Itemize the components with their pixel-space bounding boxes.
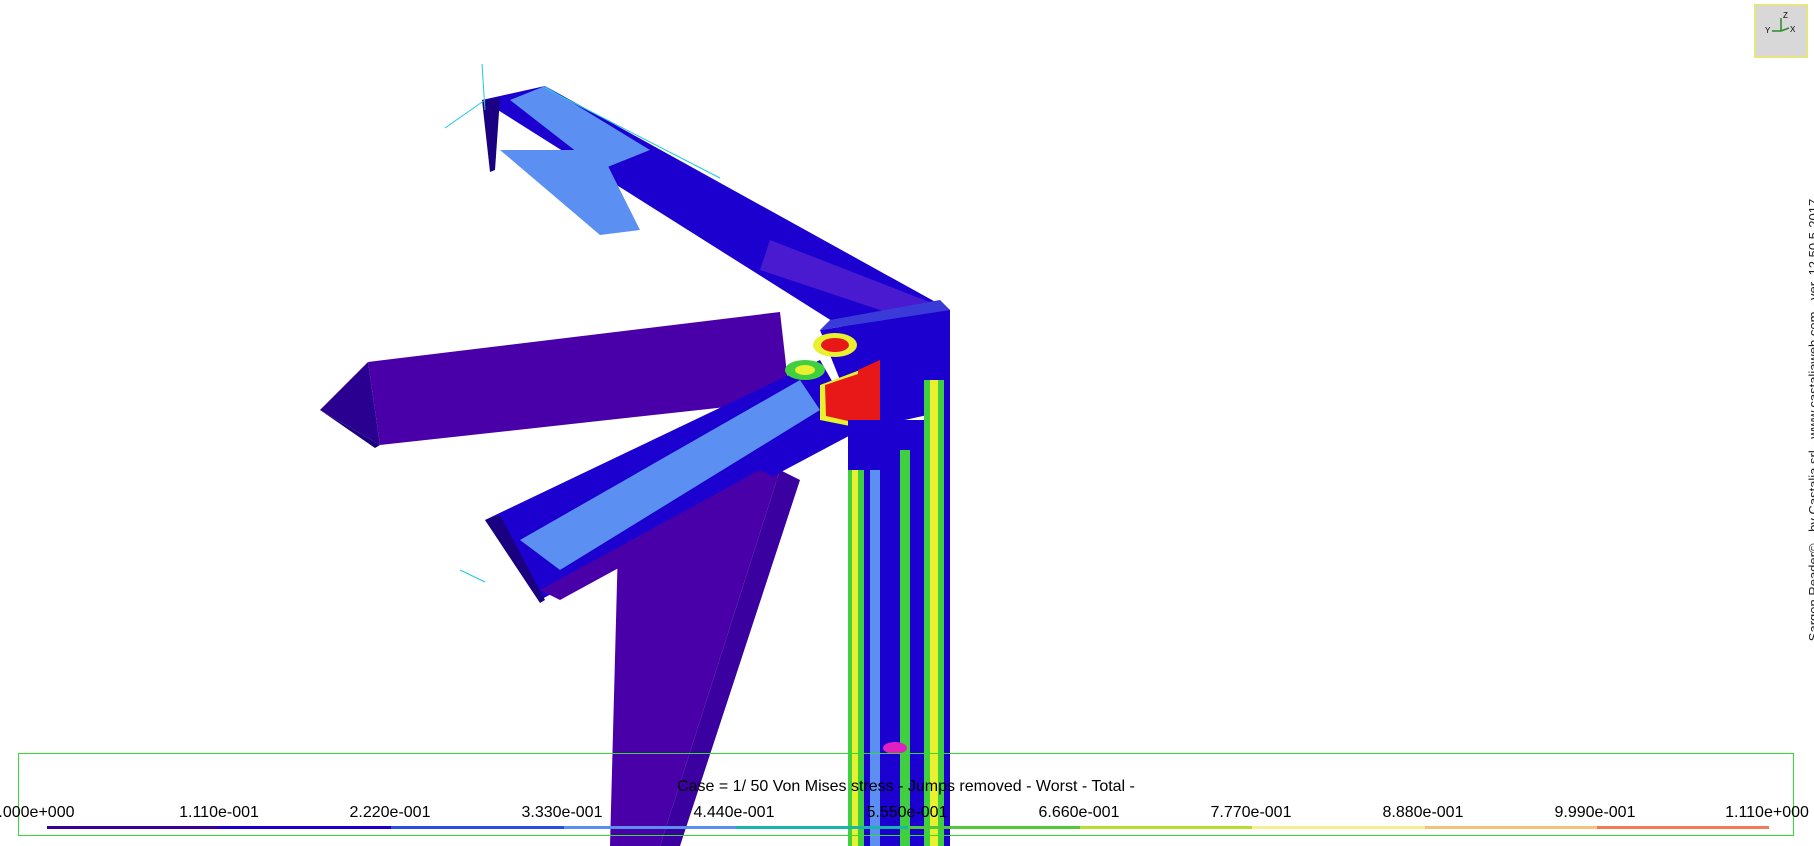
legend-color-bar	[47, 826, 1770, 829]
axis-y-label: Y	[1765, 26, 1771, 35]
axis-x-label: X	[1790, 25, 1796, 34]
legend-title: Case = 1/ 50 Von Mises stress - Jumps re…	[677, 778, 1135, 795]
legend-tick-label: 2.220e-001	[349, 804, 431, 821]
legend-color-segment	[908, 826, 1081, 829]
legend-tick-label: 7.770e-001	[1210, 804, 1292, 821]
legend-tick-label: 6.660e-001	[1038, 804, 1120, 821]
app-credit-text: Sargon Reader© - by Castalia srl - www.c…	[1806, 198, 1814, 642]
legend-tick-label: 1.110e-001	[179, 804, 259, 821]
legend-tick-label: 5.550e-001	[866, 804, 948, 821]
legend-tick-label: 3.330e-001	[521, 804, 603, 821]
axis-triad-widget[interactable]: Z Y X	[1754, 4, 1808, 58]
legend-color-segment	[47, 826, 220, 829]
legend-tick-label: 0.000e+000	[0, 804, 75, 821]
legend-tick-row: 0.000e+000 1.110e-001 2.220e-001 3.330e-…	[0, 804, 1814, 824]
stress-legend: Case = 1/ 50 Von Mises stress - Jumps re…	[0, 753, 1809, 836]
legend-color-segment	[1596, 826, 1770, 829]
legend-color-segment	[391, 826, 564, 829]
legend-color-segment	[219, 826, 392, 829]
legend-color-segment	[563, 826, 736, 829]
fem-model-render	[320, 63, 950, 846]
model-viewport[interactable]	[0, 0, 1814, 846]
legend-tick-label: 4.440e-001	[693, 804, 775, 821]
legend-color-segment	[735, 826, 909, 829]
legend-tick-label: 9.990e-001	[1554, 804, 1636, 821]
axis-z-label: Z	[1783, 11, 1788, 20]
legend-color-segment	[1080, 826, 1253, 829]
axis-triad-icon: Z Y X	[1765, 11, 1796, 35]
legend-color-segment	[1252, 826, 1425, 829]
legend-color-segment	[1424, 826, 1597, 829]
legend-tick-label: 8.880e-001	[1382, 804, 1464, 821]
legend-tick-label: 1.110e+000	[1725, 804, 1809, 821]
